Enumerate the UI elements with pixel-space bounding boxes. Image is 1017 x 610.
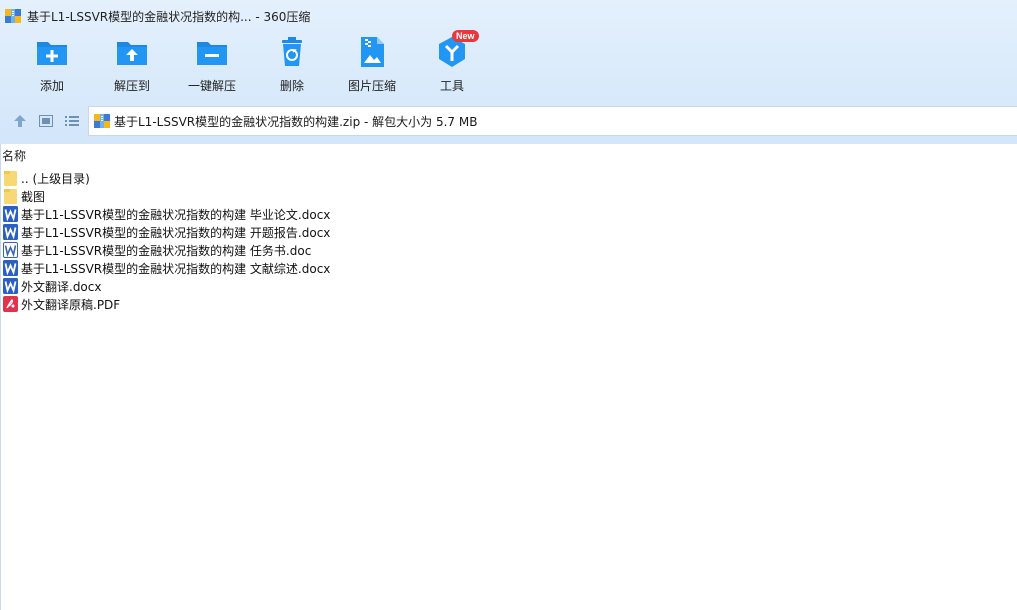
list-item[interactable]: 外文翻译原稿.PDF [3, 295, 120, 313]
extract-to-button[interactable]: 解压到 [99, 34, 165, 100]
word-document-icon [3, 278, 18, 294]
file-name: 外文翻译原稿.PDF [21, 297, 121, 312]
tools-label: 工具 [439, 79, 464, 93]
thumbnail-view-button[interactable] [37, 112, 55, 130]
tools-icon-wrap: New [434, 30, 479, 70]
list-item[interactable]: 基于L1-LSSVR模型的金融状况指数的构建 毕业论文.docx [3, 205, 330, 223]
column-header-name[interactable]: 名称 [1, 148, 26, 164]
delete-button[interactable]: 删除 [259, 34, 325, 100]
folder-icon [4, 189, 17, 204]
pdf-icon [3, 296, 18, 312]
address-bar[interactable]: 基于L1-LSSVR模型的金融状况指数的构建.zip - 解包大小为 5.7 M… [88, 106, 1017, 136]
navigation-row: 基于L1-LSSVR模型的金融状况指数的构建.zip - 解包大小为 5.7 M… [0, 106, 1017, 138]
address-text: 基于L1-LSSVR模型的金融状况指数的构建.zip - 解包大小为 5.7 M… [114, 114, 478, 129]
list-item[interactable]: 基于L1-LSSVR模型的金融状况指数的构建 任务书.doc [3, 241, 311, 259]
tools-button[interactable]: New 工具 [419, 30, 485, 100]
word-document-icon [3, 260, 18, 276]
file-list: 名称 .. (上级目录) 截图 基于L1-LSSVR模型的金融状况指数的构建 毕… [0, 144, 1017, 610]
up-arrow-icon [14, 115, 26, 127]
up-level-button[interactable] [11, 112, 29, 130]
word-document-icon [3, 206, 18, 222]
delete-icon [282, 37, 302, 66]
file-name: 基于L1-LSSVR模型的金融状况指数的构建 任务书.doc [21, 243, 312, 258]
file-name: 外文翻译.docx [21, 279, 102, 294]
list-item[interactable]: .. (上级目录) [3, 169, 90, 187]
add-label: 添加 [39, 79, 64, 93]
file-name: 基于L1-LSSVR模型的金融状况指数的构建 开题报告.docx [21, 225, 331, 240]
delete-label: 删除 [279, 79, 304, 93]
list-item[interactable]: 外文翻译.docx [3, 277, 101, 295]
list-view-icon [65, 116, 79, 126]
image-compress-label: 图片压缩 [347, 79, 396, 93]
word-document-icon [3, 224, 18, 240]
folder-icon [4, 171, 17, 186]
add-button[interactable]: 添加 [19, 34, 85, 100]
image-compress-icon [361, 37, 384, 67]
one-click-extract-icon [197, 42, 227, 65]
new-badge: New [452, 30, 479, 42]
file-name: 截图 [21, 189, 46, 204]
window-title: 基于L1-LSSVR模型的金融状况指数的构... - 360压缩 [27, 9, 311, 24]
one-click-extract-button[interactable]: 一键解压 [179, 34, 245, 100]
image-compress-button[interactable]: 图片压缩 [339, 34, 405, 100]
archive-icon [94, 114, 110, 128]
archive-icon [5, 9, 21, 23]
file-name: .. (上级目录) [21, 171, 90, 186]
extract-to-icon [117, 42, 147, 65]
extract-to-label: 解压到 [113, 79, 150, 93]
thumbnail-view-icon [39, 115, 53, 127]
file-name: 基于L1-LSSVR模型的金融状况指数的构建 毕业论文.docx [21, 207, 331, 222]
list-view-button[interactable] [63, 112, 81, 130]
title-bar: 基于L1-LSSVR模型的金融状况指数的构... - 360压缩 [0, 0, 1017, 32]
header-area: 基于L1-LSSVR模型的金融状况指数的构... - 360压缩 添加 解压到 … [0, 0, 1017, 144]
one-click-extract-label: 一键解压 [187, 79, 236, 93]
list-item[interactable]: 基于L1-LSSVR模型的金融状况指数的构建 开题报告.docx [3, 223, 330, 241]
list-item[interactable]: 截图 [3, 187, 45, 205]
add-icon [37, 42, 67, 65]
file-name: 基于L1-LSSVR模型的金融状况指数的构建 文献综述.docx [21, 261, 331, 276]
word-legacy-document-icon [3, 242, 18, 258]
list-item[interactable]: 基于L1-LSSVR模型的金融状况指数的构建 文献综述.docx [3, 259, 330, 277]
app-window: 基于L1-LSSVR模型的金融状况指数的构... - 360压缩 添加 解压到 … [0, 0, 1017, 610]
